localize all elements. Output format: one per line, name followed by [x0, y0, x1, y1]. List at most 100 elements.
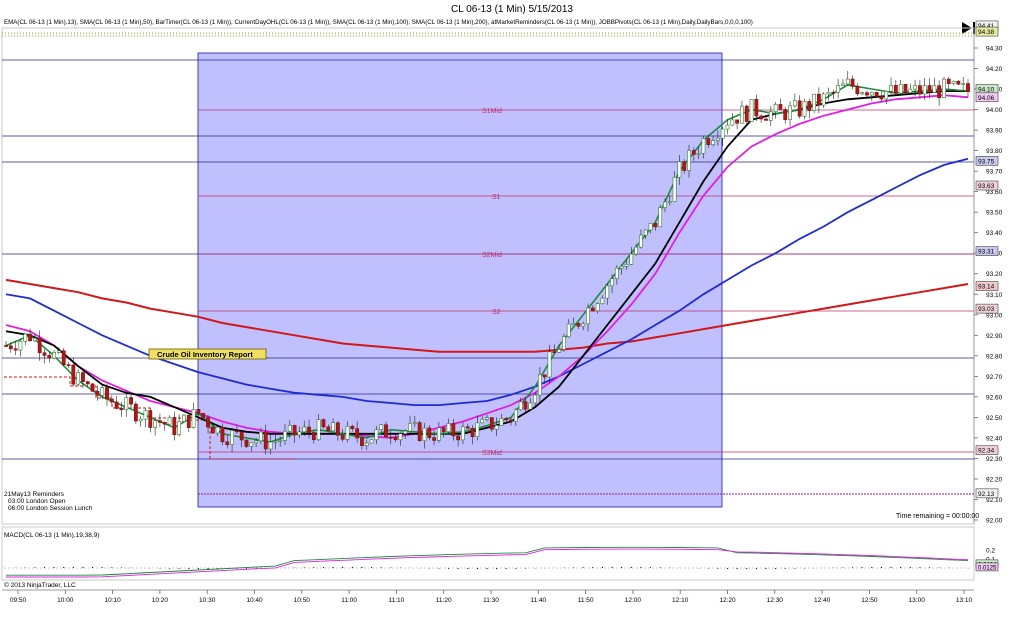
candle-body [138, 418, 143, 422]
candle-body [735, 119, 740, 124]
candle-body [153, 420, 158, 428]
x-tick-label: 11:50 [578, 597, 594, 604]
candle-body [966, 83, 970, 92]
candle-body [797, 100, 802, 117]
candle-body [37, 337, 42, 354]
candle-body [898, 84, 903, 94]
candle-body [807, 101, 812, 111]
candle-body [321, 419, 326, 428]
candle-body [441, 427, 446, 432]
candle-body [393, 437, 398, 441]
candle-body [485, 417, 489, 420]
candle-body [148, 410, 153, 428]
candle-body [408, 423, 412, 432]
candle-body [230, 430, 234, 446]
macd-tick-label: 0.2 [986, 548, 995, 555]
candle-body [566, 323, 571, 338]
candle-body [879, 96, 884, 100]
candle-body [254, 440, 259, 444]
candle-body [927, 85, 932, 93]
candle-body [379, 424, 384, 430]
candle-body [4, 345, 8, 347]
candle-body [28, 333, 32, 342]
chart-window: CL 06-13 (1 Min) 5/15/2013 CL 06-13 (1 M… [0, 0, 1024, 616]
copyright: © 2013 NinjaTrader, LLC [4, 581, 76, 589]
candle-body [480, 419, 485, 424]
candle-body [47, 355, 52, 359]
candle-body [812, 93, 816, 111]
x-tick-label: 11:20 [436, 597, 452, 604]
candle-body [889, 85, 893, 92]
candle-body [234, 430, 239, 433]
candle-body [119, 408, 124, 411]
candle-body [595, 303, 600, 312]
x-tick-label: 11:10 [389, 597, 405, 604]
price-label: 93.14 [978, 284, 995, 291]
candle-body [869, 92, 874, 96]
macd-value-label: 0.0125 [978, 565, 997, 571]
candle-body [865, 92, 869, 96]
candle-body [57, 350, 61, 353]
candle-body [465, 426, 470, 429]
candle-body [653, 223, 658, 228]
candle-body [355, 428, 360, 439]
candle-body [302, 426, 307, 433]
candle-body [18, 340, 23, 351]
candle-body [451, 423, 456, 437]
x-tick-label: 12:20 [719, 597, 736, 604]
y-tick-label: 92.00 [986, 518, 1003, 525]
candle-body [215, 426, 220, 434]
candle-body [773, 104, 778, 112]
candle-body [369, 439, 374, 444]
candle-body [581, 323, 586, 327]
x-tick-label: 12:40 [814, 597, 831, 604]
candle-body [614, 267, 619, 279]
candle-body [345, 425, 350, 440]
candle-body [826, 91, 831, 95]
candle-body [42, 352, 47, 356]
candle-body [76, 372, 81, 385]
candle-body [961, 83, 966, 85]
x-tick-label: 12:50 [861, 597, 878, 604]
candle-body [350, 425, 355, 429]
x-tick-label: 10:10 [104, 597, 121, 604]
candle-body [730, 119, 735, 126]
candle-body [619, 265, 624, 269]
candle-body [244, 439, 249, 447]
y-tick-label: 92.60 [986, 394, 1003, 401]
candle-body [292, 425, 297, 436]
candle-body [836, 85, 841, 93]
candle-body [893, 85, 898, 94]
chart-canvas[interactable]: CL 06-13 (1 Min) 5/15/2013 CL 06-13 (1 M… [0, 0, 1024, 616]
candle-body [715, 137, 720, 141]
candle-body [504, 418, 509, 421]
candle-body [586, 307, 590, 325]
candle-body [518, 401, 523, 411]
candle-body [239, 431, 244, 441]
candle-body [547, 351, 552, 378]
candle-body [268, 441, 273, 450]
candle-body [307, 426, 311, 433]
candle-body [783, 109, 788, 120]
candle-body [499, 418, 504, 426]
candle-body [100, 387, 105, 396]
candle-body [672, 176, 677, 202]
candle-body [71, 364, 76, 385]
candle-body [768, 111, 773, 121]
candle-body [283, 430, 287, 441]
candle-body [335, 422, 340, 436]
candle-body [489, 417, 494, 430]
pivot-s3mid-label: S3Mid [482, 450, 502, 457]
candle-body [186, 414, 191, 428]
candle-body [749, 99, 754, 122]
candle-body [95, 391, 100, 396]
candle-body [287, 425, 292, 432]
reminders-line2: 06:00 London Session Lunch [8, 505, 93, 512]
y-tick-label: 92.30 [986, 456, 1003, 463]
x-tick-label: 11:40 [530, 597, 546, 604]
candle-body [754, 99, 759, 117]
y-tick-label: 92.90 [986, 333, 1003, 340]
candle-body [263, 431, 268, 450]
candle-body [831, 91, 836, 94]
candle-body [701, 138, 706, 154]
